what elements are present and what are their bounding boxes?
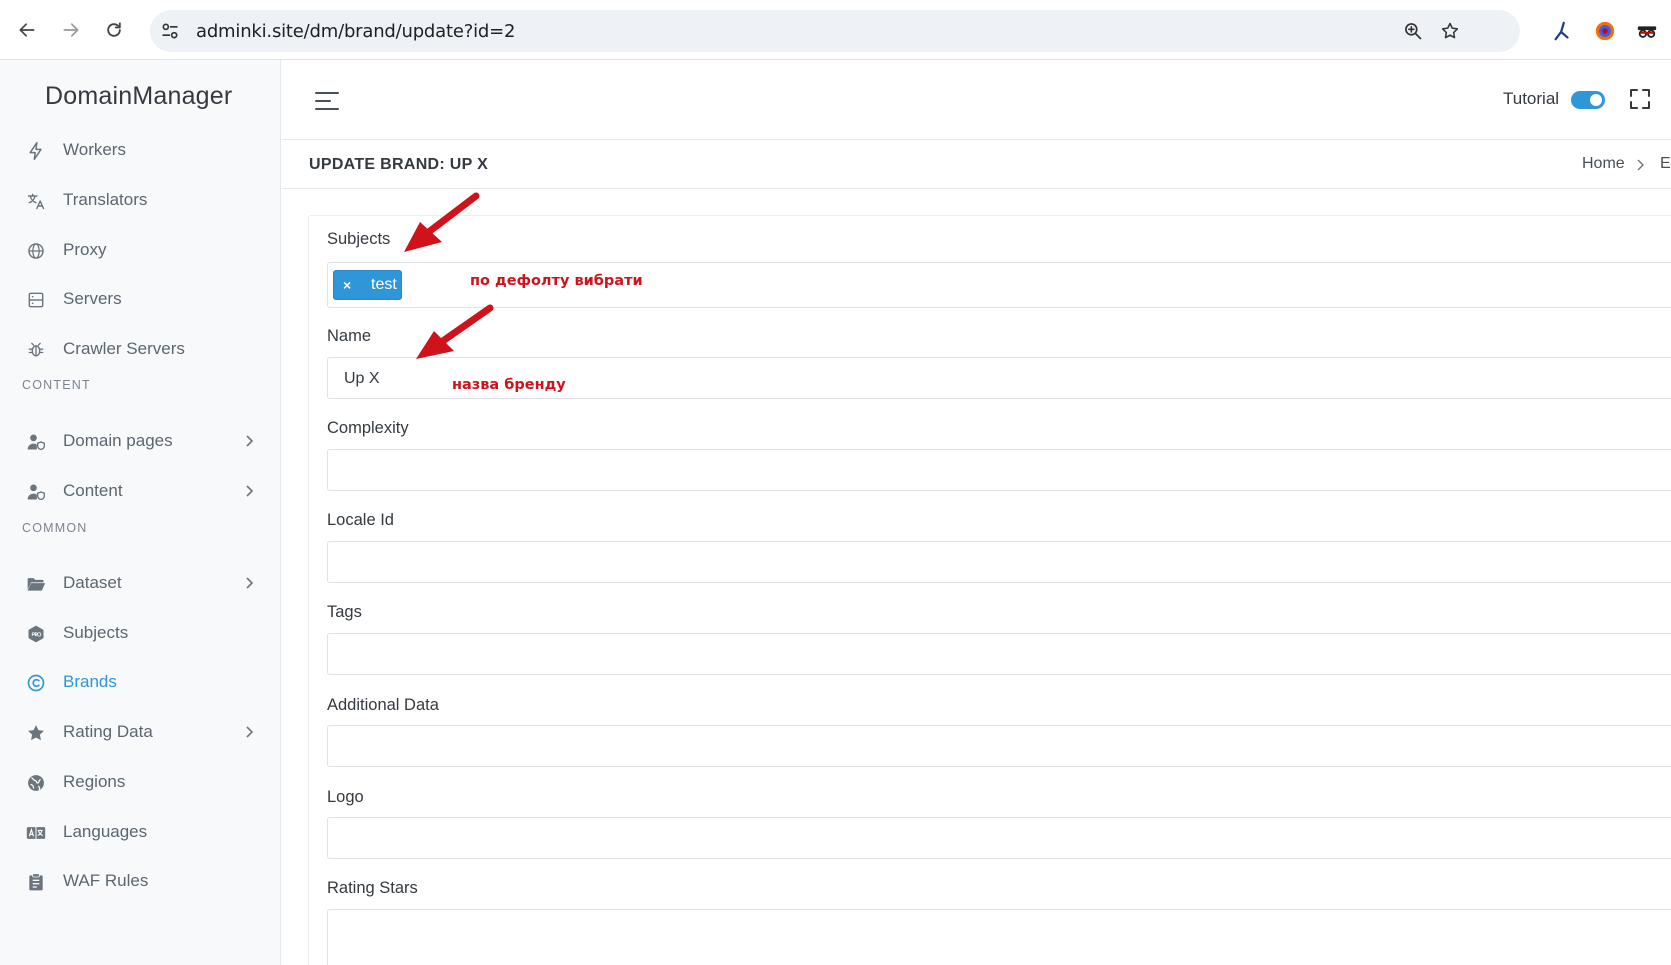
zoom-icon[interactable]	[1403, 21, 1423, 41]
subject-tag: × test	[333, 270, 402, 300]
sidebar-item-label: Brands	[63, 672, 117, 691]
section-label-content: CONTENT	[22, 378, 91, 392]
extension-color-icon[interactable]	[1594, 20, 1616, 42]
sidebar-item-label: Languages	[63, 822, 148, 841]
sidebar-item-label: Subjects	[63, 623, 129, 642]
earth-icon	[25, 772, 47, 794]
logo-field[interactable]	[327, 817, 1671, 859]
language-icon	[25, 822, 47, 844]
address-bar[interactable]: adminki.site/dm/brand/update?id=2	[150, 10, 1520, 52]
sidebar-item-label: Translators	[63, 190, 148, 209]
extension-tool-icon[interactable]	[1551, 20, 1573, 42]
tune-icon[interactable]	[160, 21, 180, 41]
sidebar-item-label: Dataset	[63, 573, 122, 592]
tutorial-toggle[interactable]	[1571, 91, 1605, 109]
menu-toggle-icon[interactable]	[314, 90, 340, 112]
tutorial-label: Tutorial	[1503, 89, 1560, 108]
sidebar-item-content[interactable]: Content	[0, 473, 281, 509]
breadcrumb-item[interactable]: E	[1660, 155, 1671, 173]
sidebar-item-label: Proxy	[63, 240, 107, 259]
sidebar-item-label: WAF Rules	[63, 871, 149, 890]
sidebar-item-proxy[interactable]: Proxy	[0, 232, 281, 268]
extension-incognito-icon[interactable]	[1636, 20, 1658, 42]
pro-badge-icon	[25, 623, 47, 645]
sidebar-item-translators[interactable]: Translators	[0, 182, 281, 218]
chevron-right-icon	[246, 435, 254, 447]
clipboard-icon	[25, 871, 47, 893]
sidebar-item-label: Regions	[63, 772, 126, 791]
rating-stars-field[interactable]	[327, 909, 1671, 965]
sidebar-item-languages[interactable]: Languages	[0, 814, 281, 850]
annotation-arrow	[416, 304, 494, 359]
sidebar-item-workers[interactable]: Workers	[0, 132, 281, 168]
sidebar-item-crawler-servers[interactable]: Crawler Servers	[0, 331, 281, 367]
name-label: Name	[327, 327, 372, 345]
breadcrumb-home-link[interactable]: Home	[1582, 155, 1625, 173]
sidebar-item-label: Servers	[63, 289, 122, 308]
bolt-icon	[25, 140, 47, 162]
sidebar-item-waf-rules[interactable]: WAF Rules	[0, 863, 281, 899]
folder-icon	[25, 573, 47, 595]
tag-remove-icon[interactable]: ×	[343, 277, 351, 293]
additional-data-field[interactable]	[327, 725, 1671, 767]
reload-icon[interactable]	[101, 17, 127, 43]
sidebar-item-label: Domain pages	[63, 431, 173, 450]
back-icon[interactable]	[14, 17, 40, 43]
sidebar-item-label: Content	[63, 481, 123, 500]
tag-label: test	[371, 276, 397, 293]
section-label-common: COMMON	[22, 521, 88, 535]
fullscreen-icon[interactable]	[1628, 87, 1652, 111]
logo-label: Logo	[327, 788, 364, 806]
additional-data-label: Additional Data	[327, 696, 439, 714]
sidebar: DomainManager Workers Translators Proxy …	[0, 60, 281, 965]
translate-icon	[25, 190, 47, 212]
top-header: Tutorial	[282, 60, 1671, 140]
locale-id-field[interactable]	[327, 541, 1671, 583]
sidebar-item-servers[interactable]: Servers	[0, 281, 281, 317]
chevron-right-icon	[246, 726, 254, 738]
forward-icon[interactable]	[58, 17, 84, 43]
app-brand-title[interactable]: DomainManager	[45, 82, 232, 111]
bug-icon	[25, 339, 47, 361]
user-shield-icon	[25, 481, 47, 503]
sidebar-item-regions[interactable]: Regions	[0, 764, 281, 800]
star-icon[interactable]	[1440, 21, 1460, 41]
chevron-right-icon	[1637, 159, 1644, 171]
chevron-right-icon	[246, 577, 254, 589]
chevron-right-icon	[246, 485, 254, 497]
complexity-label: Complexity	[327, 419, 409, 437]
sidebar-item-subjects[interactable]: Subjects	[0, 615, 281, 651]
annotation-name-note: назва бренду	[452, 377, 566, 393]
sidebar-item-label: Workers	[63, 140, 126, 159]
page-header: UPDATE BRAND: UP X Home E	[282, 141, 1671, 189]
user-shield-icon	[25, 431, 47, 453]
locale-id-label: Locale Id	[327, 511, 394, 529]
name-field-value[interactable]: Up X	[344, 370, 380, 388]
subjects-label: Subjects	[327, 230, 391, 248]
complexity-field[interactable]	[327, 449, 1671, 491]
annotation-subjects-note: по дефолту вибрати	[470, 273, 643, 289]
sidebar-item-rating-data[interactable]: Rating Data	[0, 714, 281, 750]
sidebar-item-domain-pages[interactable]: Domain pages	[0, 423, 281, 459]
rating-stars-label: Rating Stars	[327, 879, 418, 897]
star-icon	[25, 722, 47, 744]
toggle-knob	[1590, 94, 1602, 106]
copyright-icon	[25, 672, 47, 694]
annotation-arrow	[404, 192, 480, 252]
url-text[interactable]: adminki.site/dm/brand/update?id=2	[196, 21, 515, 42]
sidebar-item-brands[interactable]: Brands	[0, 664, 281, 700]
globe-icon	[25, 240, 47, 262]
browser-toolbar: adminki.site/dm/brand/update?id=2	[0, 0, 1671, 60]
server-icon	[25, 289, 47, 311]
tags-field[interactable]	[327, 633, 1671, 675]
page-title: UPDATE BRAND: UP X	[309, 156, 489, 173]
sidebar-item-label: Crawler Servers	[63, 339, 185, 358]
sidebar-item-dataset[interactable]: Dataset	[0, 565, 281, 601]
sidebar-item-label: Rating Data	[63, 722, 153, 741]
tags-label: Tags	[327, 603, 362, 621]
